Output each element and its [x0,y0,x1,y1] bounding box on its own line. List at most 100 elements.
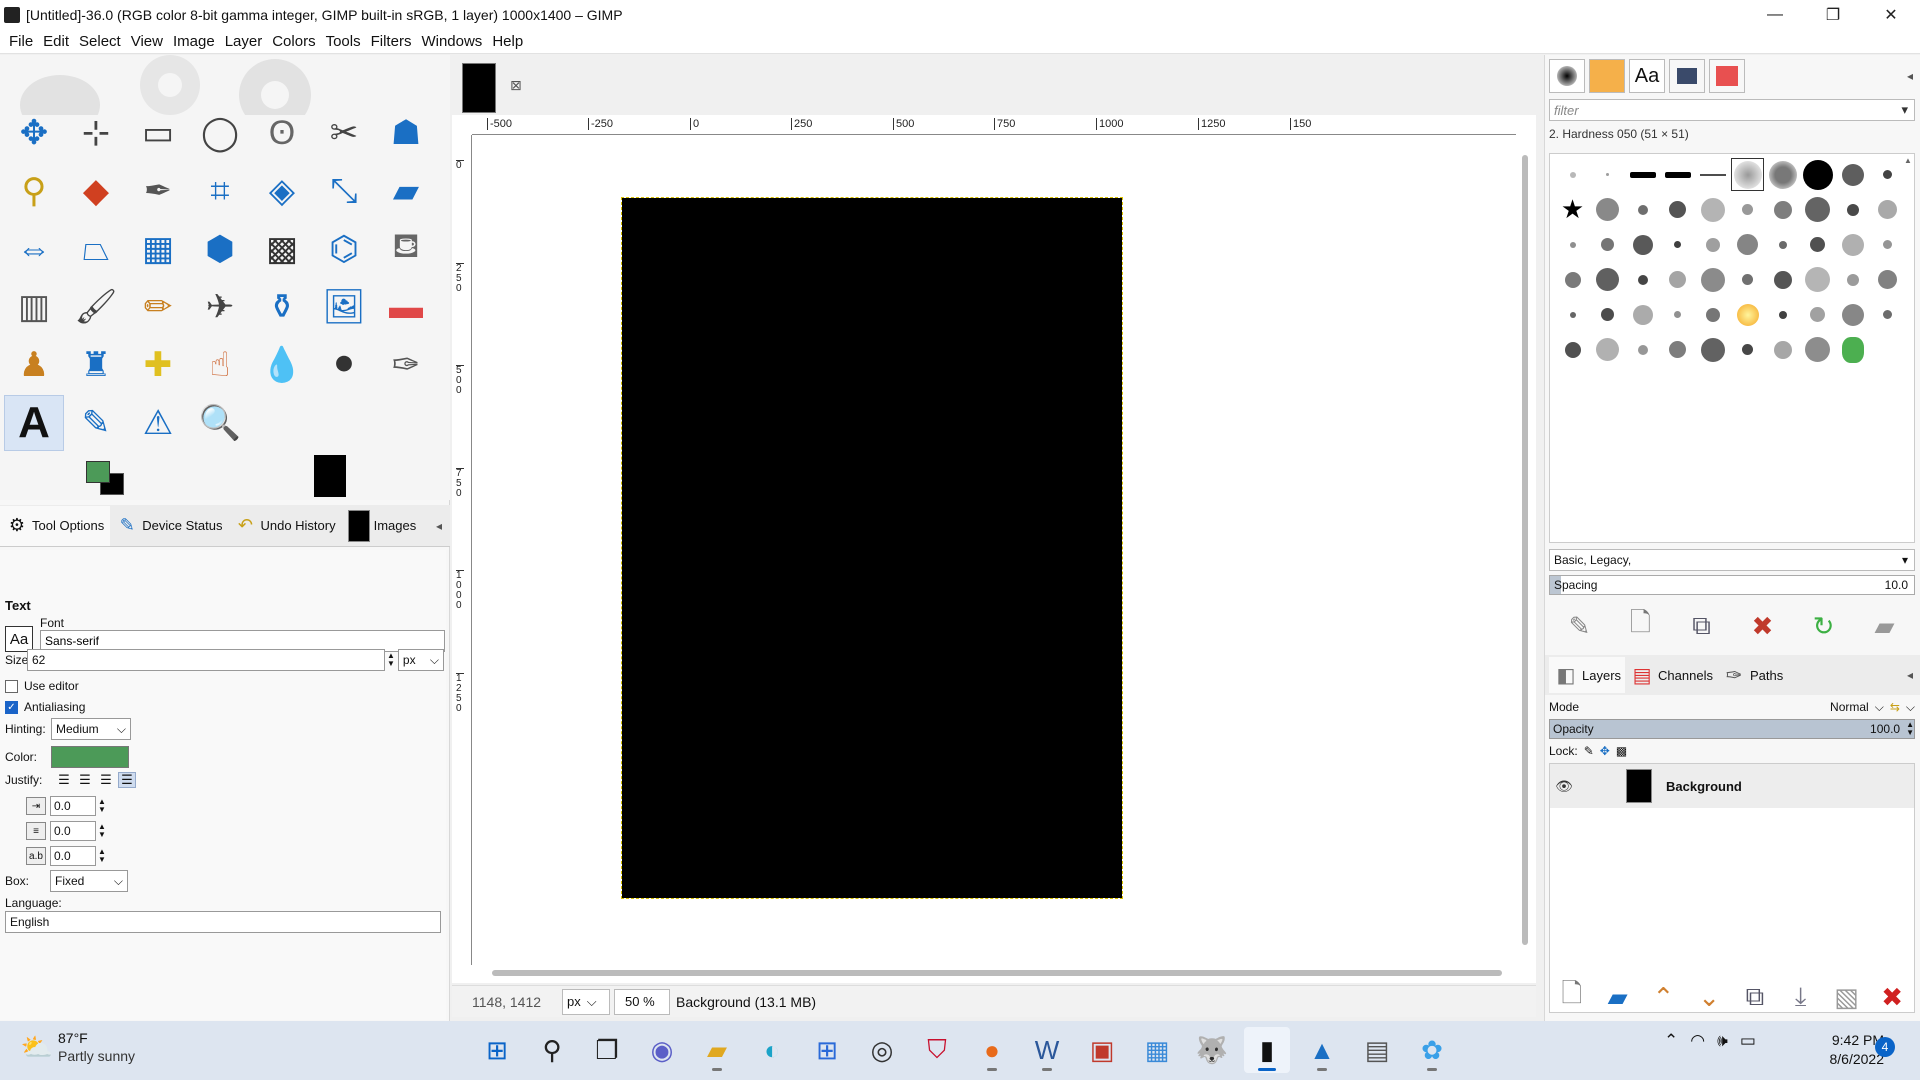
smudge-tool-button[interactable]: ☝ [190,337,250,393]
tab-device-status[interactable]: ✎ Device Status [110,506,228,546]
new-layer-button[interactable]: 🗋 [1555,978,1589,1014]
tab-layers[interactable]: ◧ Layers [1549,657,1626,693]
new-layer-group-button[interactable]: ▰ [1601,980,1635,1014]
layer-row[interactable]: 👁 Background [1550,764,1914,808]
brush-cell[interactable]: ★ [1556,193,1589,226]
menu-windows[interactable]: Windows [416,33,487,50]
menu-filters[interactable]: Filters [366,33,417,50]
size-spin-icon[interactable]: ▲ ▼ [387,652,395,668]
tab-fonts[interactable]: Aa [1629,59,1665,93]
close-button[interactable]: ✕ [1862,0,1920,30]
menu-layer[interactable]: Layer [220,33,268,50]
firefox-button[interactable]: ● [969,1027,1015,1073]
dock-menu-arrow-icon[interactable]: ◂ [1907,668,1913,682]
menu-colors[interactable]: Colors [267,33,320,50]
heal-tool-button[interactable]: ✚ [128,337,188,393]
text-color-swatch[interactable] [51,746,129,768]
brush-cell[interactable] [1661,158,1694,191]
brush-cell[interactable] [1591,193,1624,226]
chevron-down-icon[interactable]: ⌵ [1906,700,1915,715]
warp-transform-tool-button[interactable]: ▩ [252,221,312,277]
perspective-clone-tool-button[interactable]: ♜ [66,337,126,393]
chevron-down-icon[interactable]: ⌵ [1875,700,1884,715]
brush-cell[interactable] [1801,228,1834,261]
color-picker-tool-button[interactable]: ✎ [66,395,126,451]
canvas-area[interactable]: -500 -250 0 250 500 750 1000 1250 150 0 250 500 750… [452,115,1536,983]
justify-left-icon[interactable]: ☰ [55,772,73,788]
brush-cell[interactable] [1801,333,1834,366]
airbrush-tool-button[interactable]: ✈ [190,279,250,335]
brush-cell[interactable] [1766,158,1799,191]
new-brush-button[interactable]: 🗋 [1624,607,1658,643]
brush-cell[interactable] [1836,228,1869,261]
use-editor-row[interactable]: Use editor [5,679,79,693]
brush-spacing-slider[interactable]: Spacing 10.0 [1549,575,1915,595]
brush-cell[interactable] [1871,333,1904,366]
brush-cell[interactable] [1626,193,1659,226]
fg-bg-colors[interactable] [86,457,130,497]
task-view-button[interactable]: ❐ [584,1027,630,1073]
brush-cell[interactable] [1836,298,1869,331]
brush-cell[interactable] [1556,298,1589,331]
scissors-select-tool-button[interactable]: ✂ [314,105,374,161]
letter-spacing-input[interactable]: 0.0 [50,846,96,866]
crop-tool-button[interactable]: ⌗ [190,163,250,219]
restore-button[interactable]: ❐ [1804,0,1862,30]
battery-icon[interactable]: ▭ [1740,1031,1756,1051]
merge-layer-button[interactable]: ⤓ [1784,980,1818,1014]
opacity-spin-icon[interactable]: ▲ ▼ [1906,721,1914,737]
brush-scrollbar[interactable]: ▲ [1904,156,1912,536]
brush-cell[interactable] [1696,298,1729,331]
brush-cell[interactable] [1766,228,1799,261]
paint-button[interactable]: ✿ [1409,1027,1455,1073]
zoom-select[interactable]: 50 % [614,988,670,1015]
eye-icon[interactable]: 👁 [1550,778,1578,795]
brush-cell[interactable] [1556,333,1589,366]
brush-cell[interactable] [1766,298,1799,331]
brush-cell[interactable] [1696,228,1729,261]
line-spacing-spin-icon[interactable]: ▲ ▼ [98,823,106,839]
vertical-ruler[interactable]: 0 250 500 750 1000 1250 [452,135,472,965]
gimp-taskbar-button[interactable]: 🐺 [1189,1027,1235,1073]
tab-undo-history[interactable]: ↶ Undo History [228,506,341,546]
photos-button[interactable]: ▲ [1299,1027,1345,1073]
line-spacing-input[interactable]: 0.0 [50,821,96,841]
gimp-image-window-button[interactable]: ▮ [1244,1027,1290,1073]
layer-mask-button[interactable]: ▧ [1829,980,1863,1014]
brush-cell[interactable] [1731,298,1764,331]
brush-cell[interactable] [1766,263,1799,296]
weather-widget[interactable]: ⛅ 87°F Partly sunny [21,1029,135,1065]
wifi-icon[interactable]: ◠ [1690,1031,1705,1051]
raise-layer-button[interactable]: ⌃ [1646,980,1680,1014]
brush-cell[interactable] [1731,263,1764,296]
text-tool-button[interactable]: A [4,395,64,451]
brush-cell[interactable] [1696,158,1729,191]
brush-tags-select[interactable]: Basic, Legacy, ▾ [1549,549,1915,571]
ellipse-select-tool-button[interactable]: ◯ [190,105,250,161]
pencil-tool-button[interactable]: ✏ [128,279,188,335]
shear-tool-button[interactable]: ▰ [376,163,436,219]
letter-spacing-spin-icon[interactable]: ▲ ▼ [98,848,106,864]
brush-cell[interactable] [1871,228,1904,261]
justify-center-icon[interactable]: ☰ [97,772,115,788]
brush-cell[interactable] [1591,298,1624,331]
brush-cell[interactable] [1871,263,1904,296]
foreground-color-swatch[interactable] [86,461,110,483]
brush-cell[interactable] [1556,263,1589,296]
tab-brushes[interactable] [1549,59,1585,93]
lower-layer-button[interactable]: ⌄ [1692,980,1726,1014]
foreground-select-tool-button[interactable]: ☗ [376,105,436,161]
duplicate-brush-button[interactable]: ⧉ [1685,609,1719,643]
vertical-scrollbar[interactable] [1522,155,1528,945]
brush-cell[interactable] [1591,228,1624,261]
mypaint-brush-tool-button[interactable]: 🖼 [314,279,374,335]
fuzzy-select-tool-button[interactable]: ⚲ [4,163,64,219]
lock-alpha-icon[interactable]: ▩ [1616,744,1627,758]
brush-cell[interactable] [1836,333,1869,366]
menu-image[interactable]: Image [168,33,220,50]
image-thumbnail[interactable] [462,63,496,113]
pdf-button[interactable]: ▣ [1079,1027,1125,1073]
chat-button[interactable]: ◉ [639,1027,685,1073]
delete-brush-button[interactable]: ✖ [1746,609,1780,643]
indent-input[interactable]: 0.0 [50,796,96,816]
